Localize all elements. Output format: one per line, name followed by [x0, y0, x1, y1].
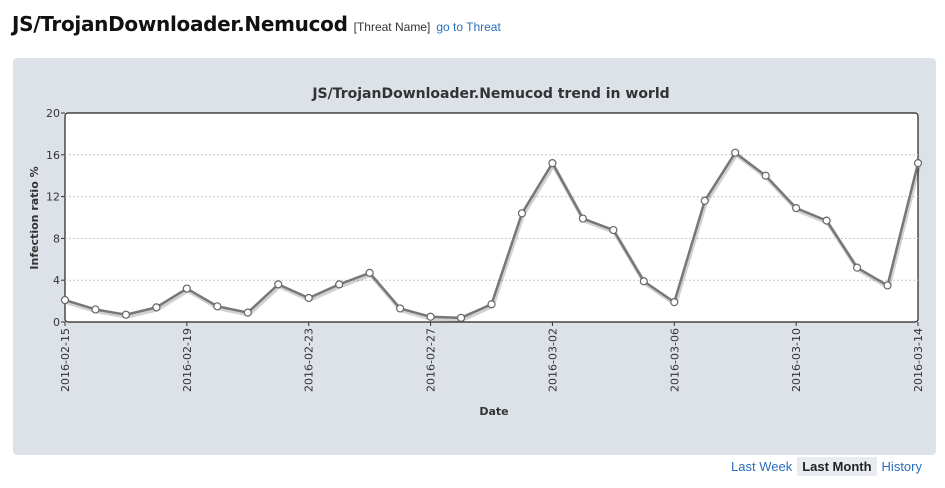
data-point — [243, 308, 252, 317]
y-tick-label: 4 — [53, 274, 60, 287]
time-range-tabs: Last Week Last Month History — [726, 457, 927, 476]
data-point — [152, 303, 161, 312]
x-axis-label: Date — [479, 405, 508, 418]
data-point — [913, 159, 923, 168]
data-point — [609, 225, 618, 235]
range-tab-history[interactable]: History — [877, 457, 927, 476]
x-tick-label: 2016-02-15 — [59, 328, 72, 392]
data-point — [487, 300, 496, 309]
data-point — [182, 284, 191, 293]
data-point — [792, 203, 801, 213]
range-tab-last-week[interactable]: Last Week — [726, 457, 797, 476]
chart-title: JS/TrojanDownloader.Nemucod trend in wor… — [311, 86, 669, 102]
data-point — [456, 313, 466, 322]
data-point — [91, 305, 100, 314]
data-point — [396, 304, 405, 313]
data-point — [700, 196, 709, 205]
threat-title: JS/TrojanDownloader.Nemucod — [12, 12, 348, 36]
y-tick-label: 0 — [53, 316, 60, 329]
x-tick-label: 2016-02-27 — [425, 328, 438, 392]
data-point — [274, 280, 283, 289]
data-point — [670, 298, 679, 307]
range-tab-last-month[interactable]: Last Month — [797, 457, 877, 476]
data-point — [822, 216, 831, 225]
x-tick-label: 2016-03-10 — [790, 328, 803, 392]
chart-panel: JS/TrojanDownloader.Nemucod trend in wor… — [13, 58, 936, 455]
data-point — [213, 302, 222, 311]
data-point — [548, 159, 557, 168]
go-to-threat-link[interactable]: go to Threat — [436, 20, 501, 34]
data-point — [852, 263, 862, 272]
data-point — [883, 281, 892, 290]
data-point — [60, 295, 70, 305]
data-point — [304, 293, 313, 303]
x-tick-label: 2016-03-14 — [912, 328, 925, 392]
trend-chart: JS/TrojanDownloader.Nemucod trend in wor… — [28, 86, 925, 418]
data-point — [121, 310, 131, 319]
x-tick-label: 2016-02-19 — [181, 328, 194, 392]
data-point — [517, 209, 527, 218]
data-point — [335, 280, 344, 289]
data-point — [731, 148, 740, 157]
x-tick-label: 2016-03-02 — [546, 328, 559, 392]
threat-name-tag: [Threat Name] — [353, 20, 431, 34]
data-point — [639, 277, 648, 286]
data-point — [365, 268, 374, 277]
y-tick-label: 20 — [46, 107, 60, 120]
threat-header: JS/TrojanDownloader.Nemucod [Threat Name… — [12, 12, 501, 36]
data-point — [426, 312, 435, 321]
data-point — [761, 171, 770, 180]
y-tick-label: 12 — [46, 191, 60, 204]
data-point — [578, 214, 587, 223]
y-tick-label: 8 — [53, 232, 60, 245]
y-tick-label: 16 — [46, 149, 60, 162]
y-axis-label: Infection ratio % — [28, 166, 41, 269]
plot-area — [64, 112, 919, 323]
x-tick-label: 2016-02-23 — [303, 328, 316, 392]
x-tick-label: 2016-03-06 — [668, 328, 681, 392]
